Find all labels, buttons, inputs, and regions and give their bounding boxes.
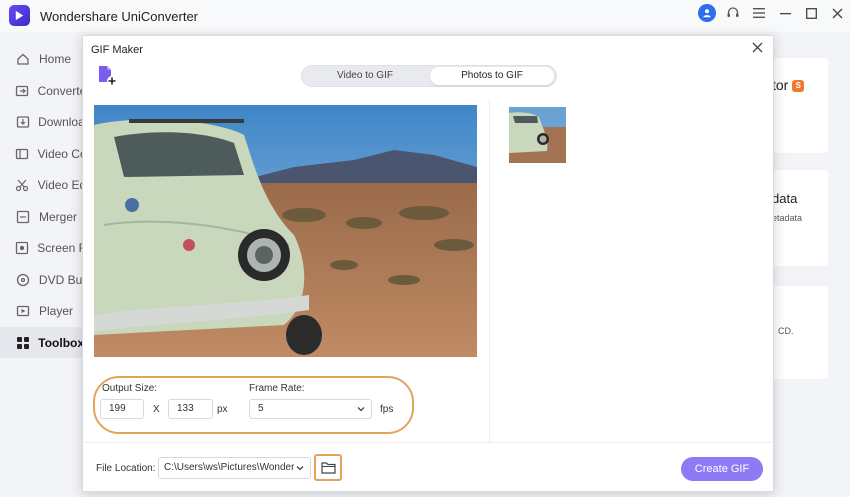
fps-label: fps (380, 404, 394, 415)
screen-record-icon (15, 240, 29, 256)
width-input[interactable]: 199 (100, 399, 144, 419)
sidebar-item-home[interactable]: Home (0, 43, 82, 74)
open-folder-button[interactable] (314, 454, 342, 481)
player-icon (15, 303, 31, 319)
app-logo-icon (9, 5, 30, 26)
video-compress-icon (15, 146, 29, 162)
tool-card-description: etadata (772, 213, 803, 223)
create-gif-button[interactable]: Create GIF (681, 457, 763, 481)
sidebar-item-dvd-burner[interactable]: DVD Bu (0, 264, 82, 295)
headset-icon (727, 7, 739, 17)
add-files-button[interactable] (96, 65, 118, 87)
preview-image (94, 105, 477, 357)
toolbox-icon (15, 335, 30, 351)
dvd-icon (15, 272, 31, 288)
tab-video-to-gif[interactable]: Video to GIF (304, 67, 426, 85)
premium-badge-icon: S (792, 80, 805, 93)
close-icon (752, 42, 762, 53)
tool-card-metadata[interactable]: data etadata (772, 170, 828, 266)
photo-thumbnail[interactable] (509, 107, 566, 163)
sidebar-item-downloader[interactable]: Downloa (0, 106, 82, 137)
sidebar-item-player[interactable]: Player (0, 295, 82, 326)
convert-icon (15, 83, 30, 99)
minimize-icon (779, 12, 791, 14)
output-size-label: Output Size: (102, 383, 158, 394)
menu-button[interactable] (746, 0, 772, 26)
app-title: Wondershare UniConverter (40, 9, 198, 24)
sidebar-item-converter[interactable]: Converte (0, 75, 82, 106)
footer-divider (83, 442, 773, 443)
sidebar-item-video-editor[interactable]: Video Ed (0, 169, 82, 200)
download-icon (15, 114, 30, 130)
minimize-button[interactable] (772, 0, 798, 26)
sidebar-item-screen-recorder[interactable]: Screen R (0, 232, 82, 263)
file-location-label: File Location: (96, 463, 156, 474)
px-label: px (217, 404, 228, 415)
height-input[interactable]: 133 (168, 399, 213, 419)
home-icon (15, 51, 31, 67)
account-button[interactable] (694, 0, 720, 26)
tool-card-title: data (772, 191, 798, 206)
tool-card-title: tor S (772, 77, 805, 93)
close-window-button[interactable] (824, 0, 850, 26)
sidebar-item-video-compressor[interactable]: Video Co (0, 138, 82, 169)
folder-icon (320, 462, 336, 474)
tool-card-description: CD. (778, 326, 794, 336)
tab-photos-to-gif[interactable]: Photos to GIF (430, 67, 554, 85)
dialog-title: GIF Maker (91, 44, 143, 56)
tool-card-editor[interactable]: tor S (772, 58, 828, 153)
sidebar: Home Converte Downloa Video Co Video Ed … (0, 40, 82, 497)
video-edit-icon (15, 177, 30, 193)
frame-rate-label: Frame Rate: (249, 383, 305, 394)
mode-tabs: Video to GIF Photos to GIF (301, 65, 557, 87)
tool-card-cd[interactable]: CD. (772, 286, 828, 379)
add-file-icon (99, 66, 117, 86)
hamburger-icon (753, 8, 765, 18)
dialog-close-button[interactable] (749, 40, 765, 56)
panel-divider (489, 99, 490, 442)
maximize-button[interactable] (798, 0, 824, 26)
file-location-select[interactable]: C:\Users\ws\Pictures\Wonders (158, 457, 311, 479)
merger-icon (15, 209, 31, 225)
gif-maker-dialog: GIF Maker Video to GIF Photos to GIF Out… (82, 35, 774, 492)
title-bar: Wondershare UniConverter (0, 0, 850, 32)
close-icon (832, 8, 842, 18)
maximize-icon (805, 7, 817, 19)
times-label: X (153, 404, 160, 415)
chevron-down-icon (294, 458, 304, 478)
frame-rate-select[interactable]: 5 (249, 399, 372, 419)
chevron-down-icon (357, 400, 365, 424)
sidebar-item-merger[interactable]: Merger (0, 201, 82, 232)
user-icon (698, 4, 716, 22)
sidebar-item-toolbox[interactable]: Toolbox (0, 327, 82, 358)
support-button[interactable] (720, 0, 746, 26)
